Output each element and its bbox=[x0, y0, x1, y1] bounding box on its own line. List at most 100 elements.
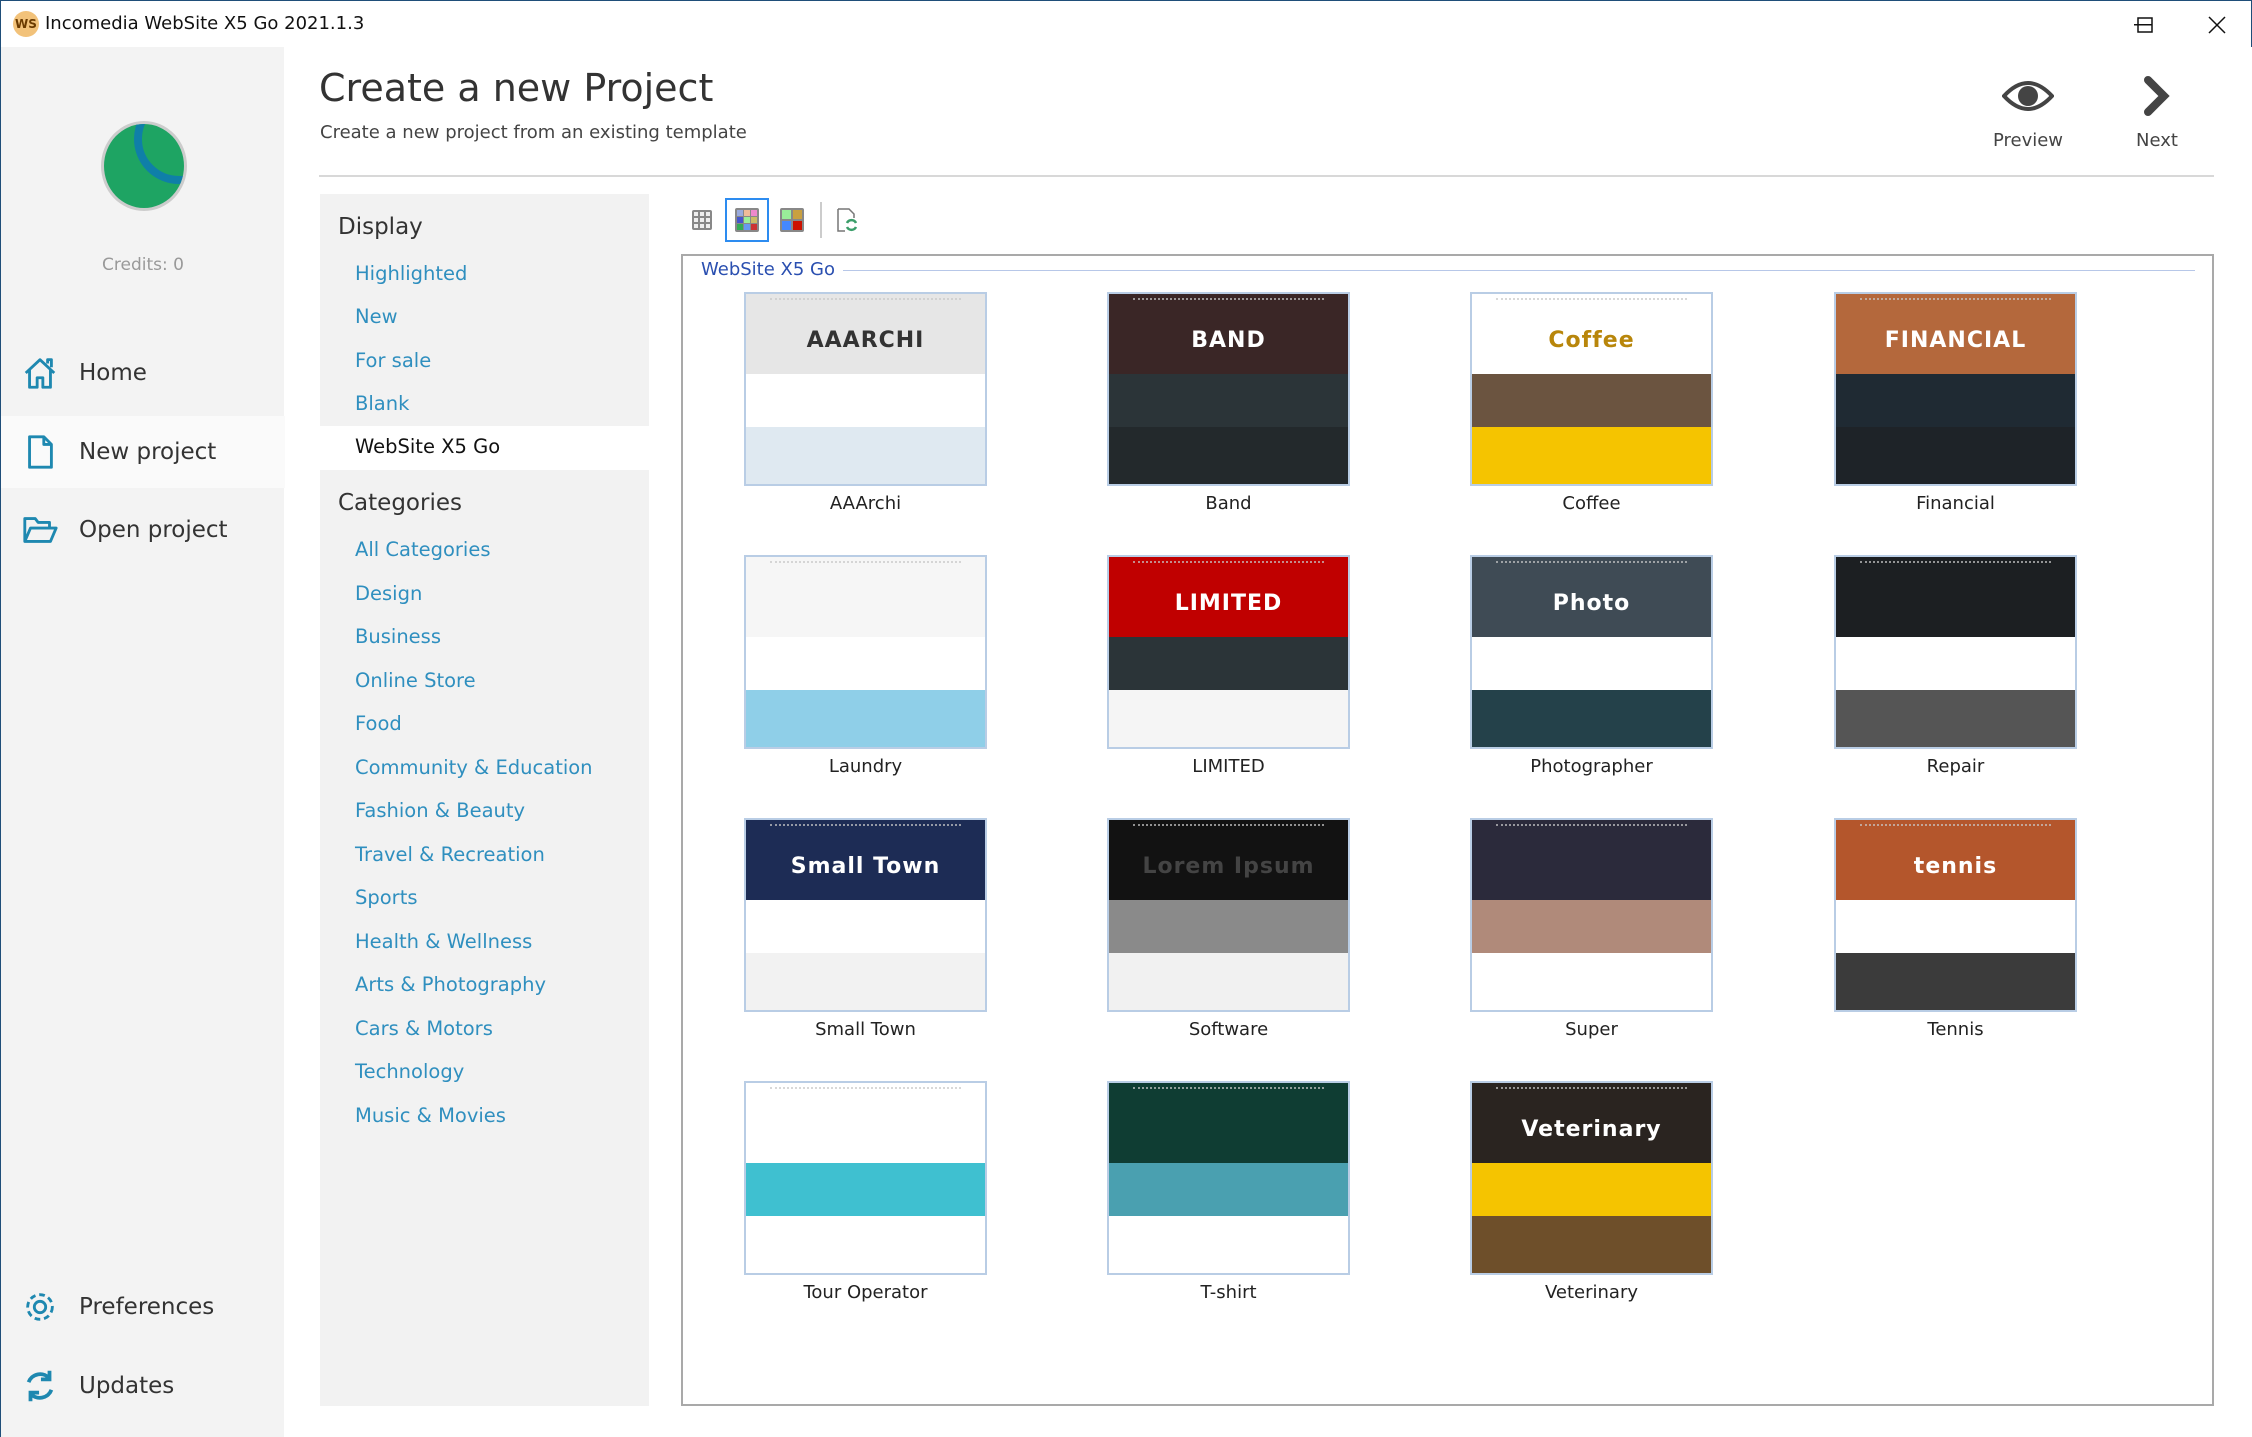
template-label[interactable]: Financial bbox=[1834, 493, 2077, 514]
thumbnail-nav bbox=[769, 298, 962, 304]
template-thumbnail-super[interactable] bbox=[1470, 818, 1713, 1012]
template-label[interactable]: AAArchi bbox=[744, 493, 987, 514]
template-thumbnail-limited[interactable]: LIMITED bbox=[1107, 555, 1350, 749]
large-grid-icon bbox=[780, 208, 804, 232]
category-health-and-wellness[interactable]: Health & Wellness bbox=[355, 930, 532, 953]
thumbnail-nav bbox=[1495, 561, 1688, 567]
template-thumbnail-laundry[interactable] bbox=[744, 555, 987, 749]
template-thumbnail-small-town[interactable]: Small Town bbox=[744, 818, 987, 1012]
template-thumbnail-tennis[interactable]: tennis bbox=[1834, 818, 2077, 1012]
nav-updates-label: Updates bbox=[79, 1373, 175, 1399]
template-label[interactable]: Software bbox=[1107, 1019, 1350, 1040]
category-cars-and-motors[interactable]: Cars & Motors bbox=[355, 1017, 493, 1040]
thumbnail-nav bbox=[1132, 561, 1325, 567]
template-label[interactable]: Band bbox=[1107, 493, 1350, 514]
template-thumbnail-repair[interactable] bbox=[1834, 555, 2077, 749]
thumbnail-nav bbox=[1859, 561, 2052, 567]
thumbnail-nav bbox=[1495, 298, 1688, 304]
category-fashion-and-beauty[interactable]: Fashion & Beauty bbox=[355, 799, 525, 822]
nav-preferences[interactable]: Preferences bbox=[1, 1271, 285, 1343]
template-label[interactable]: Photographer bbox=[1470, 756, 1713, 777]
thumbnail-nav bbox=[1132, 298, 1325, 304]
chevron-right-icon bbox=[2144, 76, 2170, 116]
small-grid-view-button[interactable] bbox=[680, 198, 724, 242]
filter-panel: Display Highlighted New For sale Blank W… bbox=[320, 194, 649, 1406]
category-online-store[interactable]: Online Store bbox=[355, 669, 476, 692]
large-grid-view-button[interactable] bbox=[770, 198, 814, 242]
template-thumbnail-financial[interactable]: FINANCIAL bbox=[1834, 292, 2077, 486]
category-travel-and-recreation[interactable]: Travel & Recreation bbox=[355, 843, 545, 866]
category-community-and-education[interactable]: Community & Education bbox=[355, 756, 593, 779]
nav-open-project[interactable]: Open project bbox=[1, 494, 285, 566]
template-label[interactable]: Small Town bbox=[744, 1019, 987, 1040]
display-highlighted[interactable]: Highlighted bbox=[355, 262, 467, 285]
nav-updates[interactable]: Updates bbox=[1, 1350, 285, 1422]
eye-icon bbox=[2002, 81, 2054, 111]
display-new[interactable]: New bbox=[355, 305, 398, 328]
thumbnail-hero-text: Coffee bbox=[1548, 328, 1635, 354]
template-label[interactable]: Super bbox=[1470, 1019, 1713, 1040]
close-button[interactable] bbox=[2182, 1, 2252, 48]
nav-new-project[interactable]: New project bbox=[1, 416, 285, 488]
preview-button[interactable]: Preview bbox=[1978, 72, 2078, 151]
next-label: Next bbox=[2136, 130, 2178, 151]
app-logo-icon: WS bbox=[13, 11, 39, 37]
template-thumbnail-tour-operator[interactable] bbox=[744, 1081, 987, 1275]
folder-open-icon bbox=[23, 517, 58, 543]
thumbnail-hero-text: Small Town bbox=[790, 854, 941, 880]
next-button[interactable]: Next bbox=[2107, 72, 2207, 151]
thumbnail-hero-text: BAND bbox=[1191, 328, 1266, 354]
thumbnail-nav bbox=[1495, 1087, 1688, 1093]
small-grid-icon bbox=[692, 210, 712, 230]
template-label[interactable]: Tennis bbox=[1834, 1019, 2077, 1040]
group-title-line bbox=[820, 270, 2195, 271]
thumbnail-nav bbox=[1859, 824, 2052, 830]
display-website-x5-go[interactable]: WebSite X5 Go bbox=[320, 426, 649, 470]
thumbnail-hero-text: LIMITED bbox=[1174, 591, 1283, 617]
group-title: WebSite X5 Go bbox=[701, 259, 843, 280]
thumbnail-hero-text: Photo bbox=[1552, 591, 1631, 617]
thumbnail-nav bbox=[769, 561, 962, 567]
category-sports[interactable]: Sports bbox=[355, 886, 418, 909]
medium-grid-view-button[interactable] bbox=[725, 198, 769, 242]
thumbnail-nav bbox=[1859, 298, 2052, 304]
nav-new-project-label: New project bbox=[79, 439, 217, 465]
category-music-and-movies[interactable]: Music & Movies bbox=[355, 1104, 506, 1127]
thumbnail-nav bbox=[769, 824, 962, 830]
template-thumbnail-t-shirt[interactable] bbox=[1107, 1081, 1350, 1275]
nav-home-label: Home bbox=[79, 360, 147, 386]
category-food[interactable]: Food bbox=[355, 712, 402, 735]
display-blank[interactable]: Blank bbox=[355, 392, 409, 415]
display-website-x5-go-label: WebSite X5 Go bbox=[355, 435, 501, 458]
template-label[interactable]: Veterinary bbox=[1470, 1282, 1713, 1303]
thumbnail-hero-text: Lorem Ipsum bbox=[1142, 854, 1315, 880]
display-for-sale[interactable]: For sale bbox=[355, 349, 431, 372]
thumbnail-nav bbox=[1132, 824, 1325, 830]
nav-preferences-label: Preferences bbox=[79, 1294, 215, 1320]
refresh-templates-button[interactable] bbox=[825, 198, 869, 242]
template-thumbnail-coffee[interactable]: Coffee bbox=[1470, 292, 1713, 486]
template-thumbnail-photographer[interactable]: Photo bbox=[1470, 555, 1713, 749]
display-heading: Display bbox=[338, 214, 423, 240]
template-label[interactable]: LIMITED bbox=[1107, 756, 1350, 777]
template-label[interactable]: Coffee bbox=[1470, 493, 1713, 514]
credits-label: Credits: 0 bbox=[102, 255, 184, 275]
template-thumbnail-band[interactable]: BAND bbox=[1107, 292, 1350, 486]
template-thumbnail-software[interactable]: Lorem Ipsum bbox=[1107, 818, 1350, 1012]
sidebar: Credits: 0 Home New project Open project… bbox=[0, 47, 285, 1437]
maximize-button[interactable] bbox=[2110, 1, 2180, 48]
template-label[interactable]: Tour Operator bbox=[744, 1282, 987, 1303]
template-label[interactable]: Laundry bbox=[744, 756, 987, 777]
category-arts-and-photography[interactable]: Arts & Photography bbox=[355, 973, 546, 996]
categories-heading: Categories bbox=[338, 490, 462, 516]
nav-home[interactable]: Home bbox=[1, 337, 285, 409]
template-thumbnail-veterinary[interactable]: Veterinary bbox=[1470, 1081, 1713, 1275]
template-label[interactable]: Repair bbox=[1834, 756, 2077, 777]
thumbnail-hero-text: tennis bbox=[1913, 854, 1998, 880]
template-label[interactable]: T-shirt bbox=[1107, 1282, 1350, 1303]
category-business[interactable]: Business bbox=[355, 625, 441, 648]
template-thumbnail-aaarchi[interactable]: AAARCHI bbox=[744, 292, 987, 486]
category-technology[interactable]: Technology bbox=[355, 1060, 464, 1083]
category-design[interactable]: Design bbox=[355, 582, 422, 605]
category-all-categories[interactable]: All Categories bbox=[355, 538, 490, 561]
